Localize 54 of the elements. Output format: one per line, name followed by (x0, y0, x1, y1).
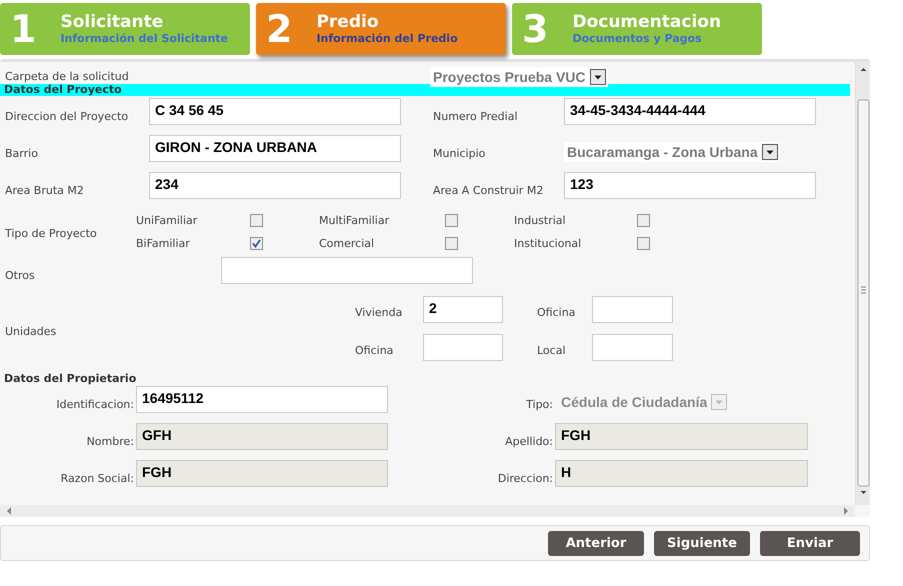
field-label: Carpeta de la solicitud (5, 70, 130, 82)
field-label: Barrio (5, 147, 39, 162)
field-label: Area Bruta M2 (5, 184, 85, 199)
nav-button[interactable]: Anterior (548, 530, 644, 556)
field-label: Unidades (5, 324, 58, 338)
option-label: Comercial (319, 237, 376, 250)
option-label: MultiFamiliar (319, 214, 390, 227)
field-label: Tipo: (525, 398, 554, 413)
checkbox[interactable] (250, 214, 263, 227)
field-label: Nombre: (86, 435, 135, 450)
field-label: Area A Construir M2 (433, 184, 544, 199)
input-field[interactable]: 16495112 (136, 386, 388, 413)
field-label: Direccion del Proyecto (5, 110, 130, 125)
checkbox[interactable] (637, 237, 650, 250)
nav-button[interactable]: Enviar (760, 530, 860, 556)
field-label: Otros (5, 269, 36, 284)
input-field[interactable] (423, 334, 503, 361)
input-field[interactable]: 2 (423, 296, 503, 323)
section-header: Datos del Propietario (3, 373, 138, 385)
field-label: Oficina (536, 305, 576, 319)
field-label: Identificacion: (55, 398, 135, 413)
option-label: UniFamiliar (136, 214, 198, 227)
section-header: Datos del Proyecto (0, 84, 850, 96)
vertical-scrollbar[interactable] (855, 62, 870, 505)
field-label: Razon Social: (60, 472, 135, 487)
field-label: Oficina (355, 343, 394, 357)
checkbox[interactable] (445, 237, 458, 250)
scroll-left-icon[interactable] (6, 507, 12, 515)
dropdown[interactable]: Bucaramanga - Zona Urbana (564, 142, 780, 162)
nav-button[interactable]: Siguiente (654, 530, 750, 556)
input-field[interactable]: C 34 56 45 (149, 98, 401, 125)
option-label: Industrial (514, 214, 567, 227)
scroll-right-icon[interactable] (843, 507, 849, 515)
field-label: Local (536, 343, 567, 357)
field-label: Vivienda (355, 305, 404, 319)
field-label: Direccion: (496, 472, 554, 487)
field-label: Apellido: (504, 435, 554, 450)
input-field[interactable] (221, 257, 473, 284)
field-label: Tipo de Proyecto (5, 226, 98, 240)
option-label: BiFamiliar (136, 237, 191, 250)
input-field[interactable] (592, 334, 673, 361)
field-label: Municipio (433, 147, 486, 162)
input-field[interactable]: 123 (564, 172, 816, 199)
dropdown[interactable]: Proyectos Prueba VUC (430, 67, 608, 87)
input-field[interactable]: GIRON - ZONA URBANA (149, 135, 401, 162)
option-label: Institucional (514, 237, 582, 250)
horizontal-scrollbar[interactable] (0, 505, 855, 517)
input-field[interactable]: 34-45-3434-4444-444 (564, 98, 816, 125)
checkbox[interactable] (445, 214, 458, 227)
input-field[interactable]: 234 (149, 172, 401, 199)
input-field[interactable] (592, 296, 673, 323)
field-label: Numero Predial (433, 110, 519, 125)
checkbox[interactable] (637, 214, 650, 227)
checkbox[interactable] (250, 237, 263, 250)
